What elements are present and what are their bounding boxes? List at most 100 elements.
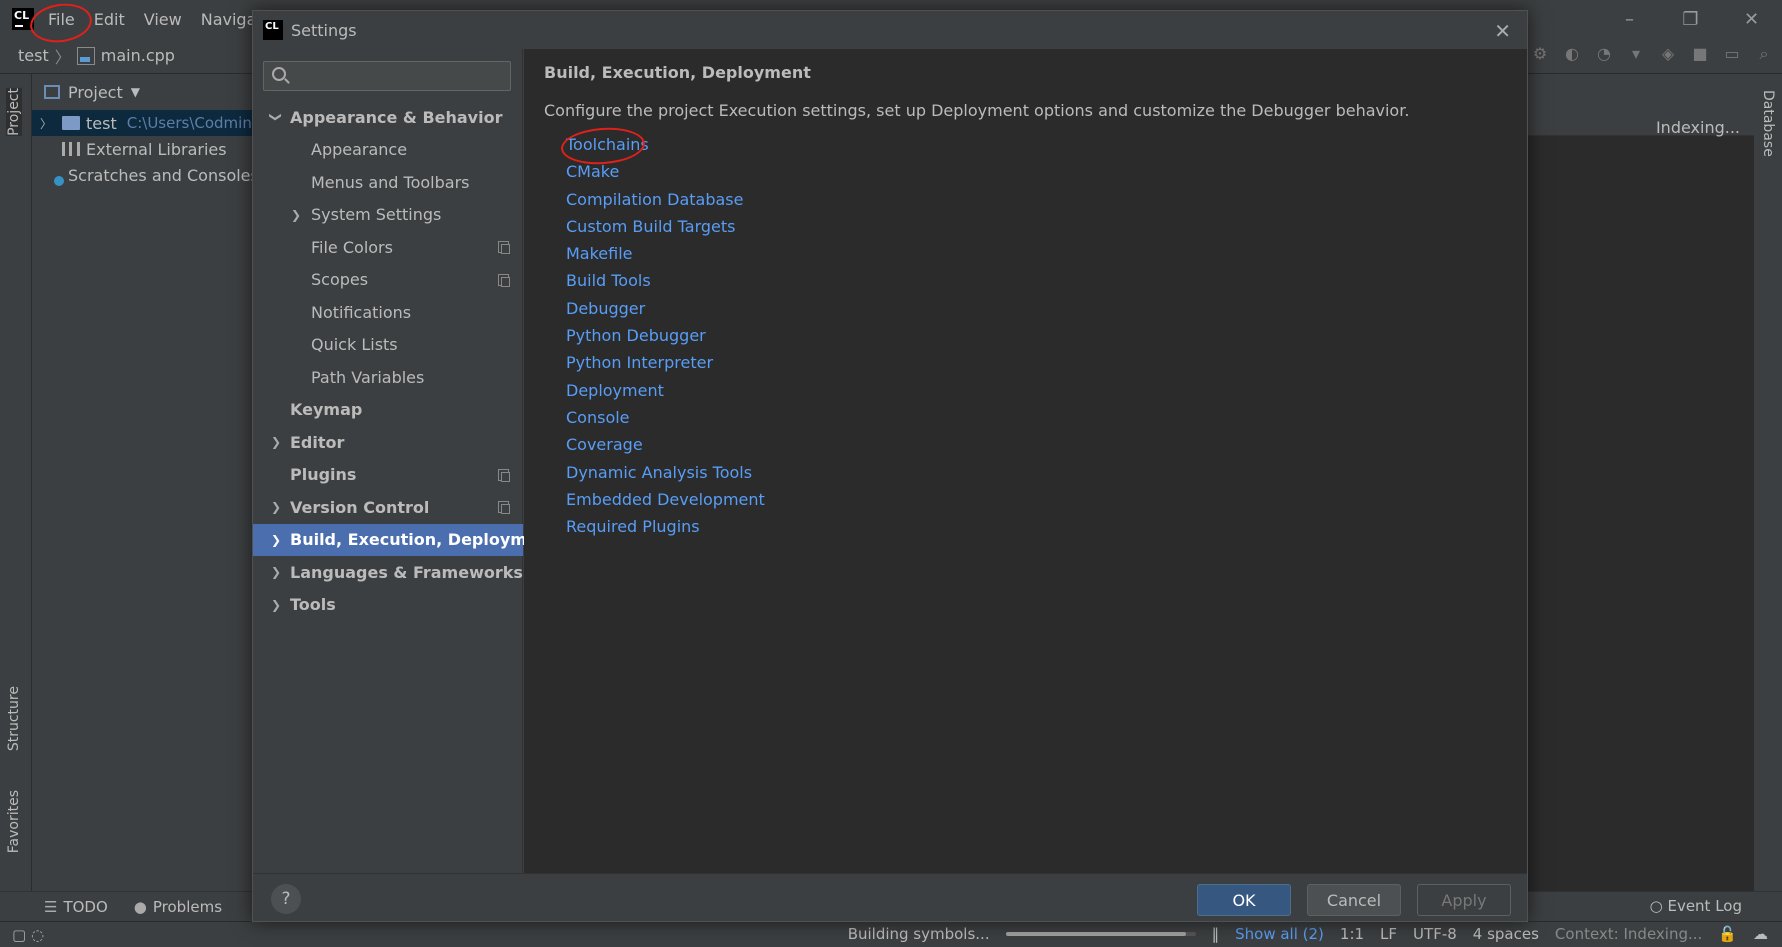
event-log-tab[interactable]: ○ Event Log bbox=[1650, 897, 1742, 915]
subsection-link[interactable]: Compilation Database bbox=[566, 190, 765, 217]
show-all-tasks-link[interactable]: Show all (2) bbox=[1235, 925, 1324, 943]
subsection-link[interactable]: Embedded Development bbox=[566, 490, 765, 517]
chevron-down-icon[interactable]: ▼ bbox=[131, 85, 140, 99]
coverage-icon[interactable]: ◔ bbox=[1594, 44, 1614, 64]
settings-search[interactable] bbox=[263, 61, 511, 91]
subsection-link[interactable]: Makefile bbox=[566, 244, 765, 271]
restore-button[interactable]: ❐ bbox=[1660, 9, 1721, 30]
problems-tab[interactable]: ● Problems bbox=[134, 898, 222, 916]
stop-icon[interactable]: ■ bbox=[1690, 44, 1710, 64]
settings-nav-label: Version Control bbox=[290, 497, 430, 517]
dropdown-icon[interactable]: ▾ bbox=[1626, 44, 1646, 64]
settings-nav-item[interactable]: File Colors bbox=[253, 231, 523, 264]
settings-nav-item[interactable]: ❯ Build, Execution, Deployment bbox=[253, 523, 557, 556]
chevron-right-icon[interactable]: ❯ bbox=[271, 500, 281, 514]
status-bar: ▢ ◌ Building symbols... ‖ Show all (2) 1… bbox=[0, 921, 1782, 947]
search-everywhere-icon[interactable]: ⌕ bbox=[1754, 44, 1774, 64]
settings-nav-item[interactable]: ❯ Appearance & Behavior bbox=[253, 101, 523, 134]
project-panel-header[interactable]: Project ▼ bbox=[32, 74, 252, 110]
caret-position[interactable]: 1:1 bbox=[1340, 925, 1364, 943]
editor-area: Indexing... bbox=[1528, 74, 1754, 891]
subsection-link[interactable]: Python Interpreter bbox=[566, 353, 765, 380]
subsection-link[interactable]: Dynamic Analysis Tools bbox=[566, 463, 765, 490]
structure-tool-tab[interactable]: Structure bbox=[6, 686, 22, 751]
build-icon[interactable]: ⚙ bbox=[1530, 44, 1550, 64]
subsection-link[interactable]: Required Plugins bbox=[566, 517, 765, 544]
settings-nav-item[interactable]: Notifications bbox=[253, 296, 523, 329]
pause-icon[interactable]: ‖ bbox=[1212, 925, 1220, 943]
breadcrumb-file[interactable]: main.cpp bbox=[101, 46, 175, 65]
settings-nav-item[interactable]: ❯ Editor bbox=[253, 426, 523, 459]
subsection-link[interactable]: Custom Build Targets bbox=[566, 217, 765, 244]
chevron-right-icon[interactable]: 〉 bbox=[40, 115, 52, 132]
settings-nav-item[interactable]: Appearance bbox=[253, 134, 523, 167]
notifications-icon[interactable]: ☁ bbox=[1753, 925, 1768, 943]
subsection-link[interactable]: Deployment bbox=[566, 381, 765, 408]
project-scope-icon bbox=[498, 468, 510, 482]
help-button[interactable]: ? bbox=[271, 884, 301, 914]
chevron-right-icon[interactable]: ❯ bbox=[271, 533, 281, 547]
settings-content: Build, Execution, Deployment Configure t… bbox=[524, 49, 1527, 873]
debug-icon[interactable]: ◐ bbox=[1562, 44, 1582, 64]
settings-nav-item[interactable]: Plugins bbox=[253, 459, 523, 492]
subsection-link[interactable]: CMake bbox=[566, 162, 765, 189]
minimize-button[interactable]: – bbox=[1599, 9, 1660, 30]
close-window-button[interactable]: ✕ bbox=[1721, 9, 1782, 30]
apply-button[interactable]: Apply bbox=[1417, 884, 1511, 916]
project-tool-tab[interactable]: Project bbox=[6, 88, 22, 136]
menu-view[interactable]: View bbox=[144, 10, 182, 29]
breadcrumb-project[interactable]: test bbox=[18, 46, 49, 65]
menu-edit[interactable]: Edit bbox=[94, 10, 125, 29]
subsection-link[interactable]: Console bbox=[566, 408, 765, 435]
favorites-tool-tab[interactable]: Favorites bbox=[6, 790, 22, 853]
settings-nav-item[interactable]: ❯ Languages & Frameworks bbox=[253, 556, 523, 589]
lock-icon[interactable]: 🔓 bbox=[1718, 925, 1737, 943]
line-separator[interactable]: LF bbox=[1380, 925, 1397, 943]
settings-nav-label: Build, Execution, Deployment bbox=[290, 530, 557, 550]
settings-search-input[interactable] bbox=[292, 62, 506, 90]
chevron-right-icon[interactable]: ❯ bbox=[271, 435, 281, 449]
settings-nav-item[interactable]: ❯ Version Control bbox=[253, 491, 523, 524]
subsection-link[interactable]: Coverage bbox=[566, 435, 765, 462]
event-log-label: Event Log bbox=[1667, 897, 1742, 915]
close-icon[interactable]: ✕ bbox=[1494, 19, 1511, 43]
toggle-tool-windows-icon[interactable]: ▢ ◌ bbox=[12, 926, 44, 944]
todo-tab[interactable]: ☰ TODO bbox=[44, 898, 108, 916]
subsection-link[interactable]: Build Tools bbox=[566, 271, 765, 298]
settings-nav-label: Quick Lists bbox=[311, 335, 398, 355]
settings-nav-item[interactable]: Quick Lists bbox=[253, 329, 523, 362]
subsection-link[interactable]: Debugger bbox=[566, 299, 765, 326]
settings-nav-item[interactable]: Path Variables bbox=[253, 361, 523, 394]
subsection-link[interactable]: Python Debugger bbox=[566, 326, 765, 353]
folder-icon bbox=[62, 116, 81, 130]
indent-setting[interactable]: 4 spaces bbox=[1473, 925, 1539, 943]
settings-nav-item[interactable]: Keymap bbox=[253, 394, 523, 427]
chevron-right-icon[interactable]: ❯ bbox=[291, 208, 301, 222]
settings-nav-item[interactable]: ❯ System Settings bbox=[253, 199, 523, 232]
tree-item-test[interactable]: 〉 test C:\Users\Codmin bbox=[32, 110, 252, 136]
settings-nav-item[interactable]: Menus and Toolbars bbox=[253, 166, 523, 199]
cancel-button[interactable]: Cancel bbox=[1307, 884, 1401, 916]
ok-button[interactable]: OK bbox=[1197, 884, 1291, 916]
section-title: Build, Execution, Deployment bbox=[544, 63, 811, 82]
layout-icon[interactable]: ▭ bbox=[1722, 44, 1742, 64]
chevron-down-icon[interactable]: ❯ bbox=[269, 112, 283, 122]
progress-fill bbox=[1005, 932, 1187, 936]
database-tool-tab[interactable]: Database bbox=[1760, 90, 1776, 157]
tree-item-external-libraries[interactable]: External Libraries bbox=[32, 136, 252, 162]
tree-item-scratches[interactable]: Scratches and Consoles bbox=[32, 162, 259, 188]
chevron-right-icon[interactable]: ❯ bbox=[271, 565, 281, 579]
menu-file[interactable]: File bbox=[48, 10, 75, 29]
file-encoding[interactable]: UTF-8 bbox=[1413, 925, 1457, 943]
context-status[interactable]: Context: Indexing... bbox=[1555, 925, 1702, 943]
settings-nav-label: Languages & Frameworks bbox=[290, 562, 523, 582]
project-panel: Project ▼ 〉 test C:\Users\Codmin Externa… bbox=[32, 74, 259, 891]
settings-nav-item[interactable]: ❯ Tools bbox=[253, 589, 523, 622]
tree-item-label: External Libraries bbox=[86, 139, 227, 159]
settings-nav-item[interactable]: Scopes bbox=[253, 264, 523, 297]
attach-icon[interactable]: ◈ bbox=[1658, 44, 1678, 64]
breadcrumb-separator-icon: 〉 bbox=[54, 47, 71, 67]
subsection-link[interactable]: Toolchains bbox=[566, 135, 765, 162]
project-panel-title: Project bbox=[68, 82, 123, 102]
chevron-right-icon[interactable]: ❯ bbox=[271, 598, 281, 612]
